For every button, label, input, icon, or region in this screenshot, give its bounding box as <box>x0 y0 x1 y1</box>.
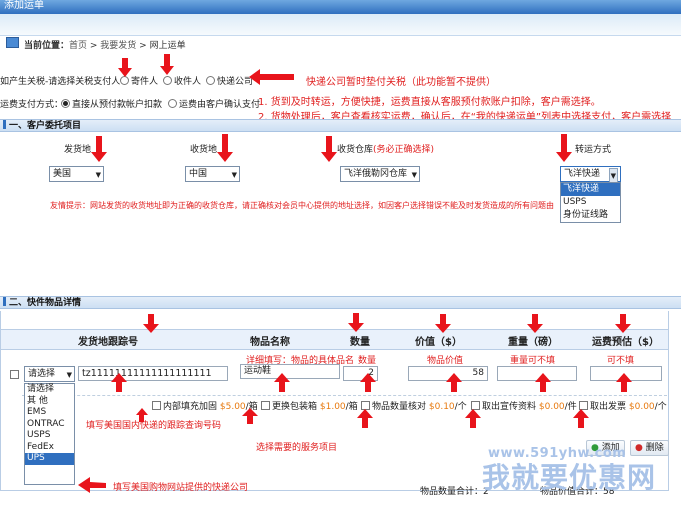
arrow-icon <box>274 373 290 392</box>
arrow-icon <box>535 373 551 392</box>
arrow-icon <box>465 409 481 428</box>
arrow-icon <box>446 373 462 392</box>
arrow-icon <box>360 373 376 392</box>
arrow-icon <box>143 314 159 333</box>
arrow-icon <box>78 477 106 493</box>
arrow-icon <box>435 314 451 333</box>
arrow-icon <box>556 134 572 162</box>
arrow-icon <box>357 409 373 428</box>
arrow-icon <box>573 409 589 428</box>
arrow-icon <box>249 69 294 85</box>
annotation-arrows <box>78 54 632 493</box>
arrow-icon <box>91 136 107 162</box>
arrow-icon <box>348 313 364 332</box>
arrow-icon <box>217 134 233 162</box>
arrow-icon <box>616 373 632 392</box>
arrow-icon <box>242 408 258 424</box>
arrow-icon <box>136 408 148 422</box>
arrow-icon <box>321 136 337 162</box>
arrow-icon <box>111 373 127 392</box>
arrow-icon <box>118 58 132 77</box>
arrow-icon <box>615 314 631 333</box>
arrow-icon <box>527 314 543 333</box>
arrow-icon <box>160 54 174 75</box>
